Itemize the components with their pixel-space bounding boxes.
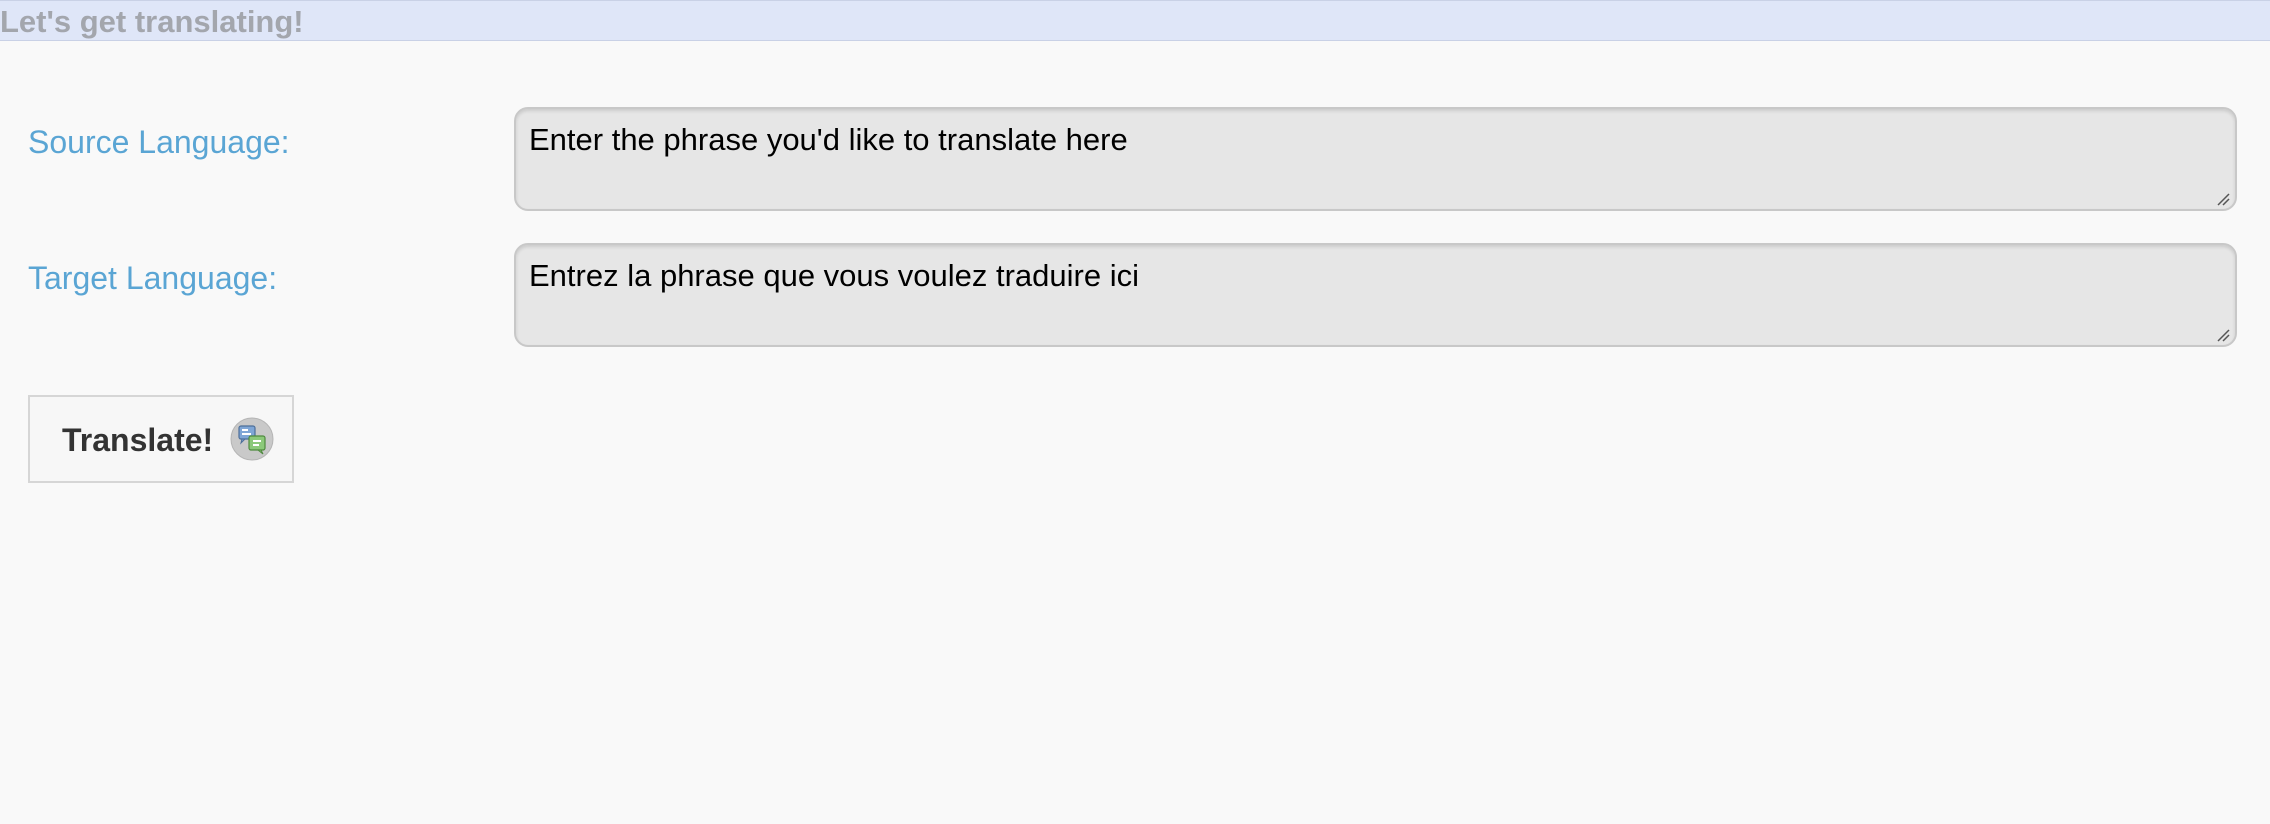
page-header: Let's get translating! xyxy=(0,0,2270,41)
page-title: Let's get translating! xyxy=(0,4,304,39)
source-language-label: Source Language: xyxy=(28,124,290,160)
translate-icon xyxy=(230,417,274,461)
translate-button-label: Translate! xyxy=(62,422,214,458)
resize-handle-icon[interactable] xyxy=(2216,328,2230,342)
resize-handle-icon[interactable] xyxy=(2216,192,2230,206)
target-phrase-input[interactable] xyxy=(514,243,2237,347)
translate-button[interactable]: Translate! xyxy=(28,395,294,483)
target-language-label: Target Language: xyxy=(28,260,278,296)
source-phrase-input[interactable] xyxy=(514,107,2237,211)
